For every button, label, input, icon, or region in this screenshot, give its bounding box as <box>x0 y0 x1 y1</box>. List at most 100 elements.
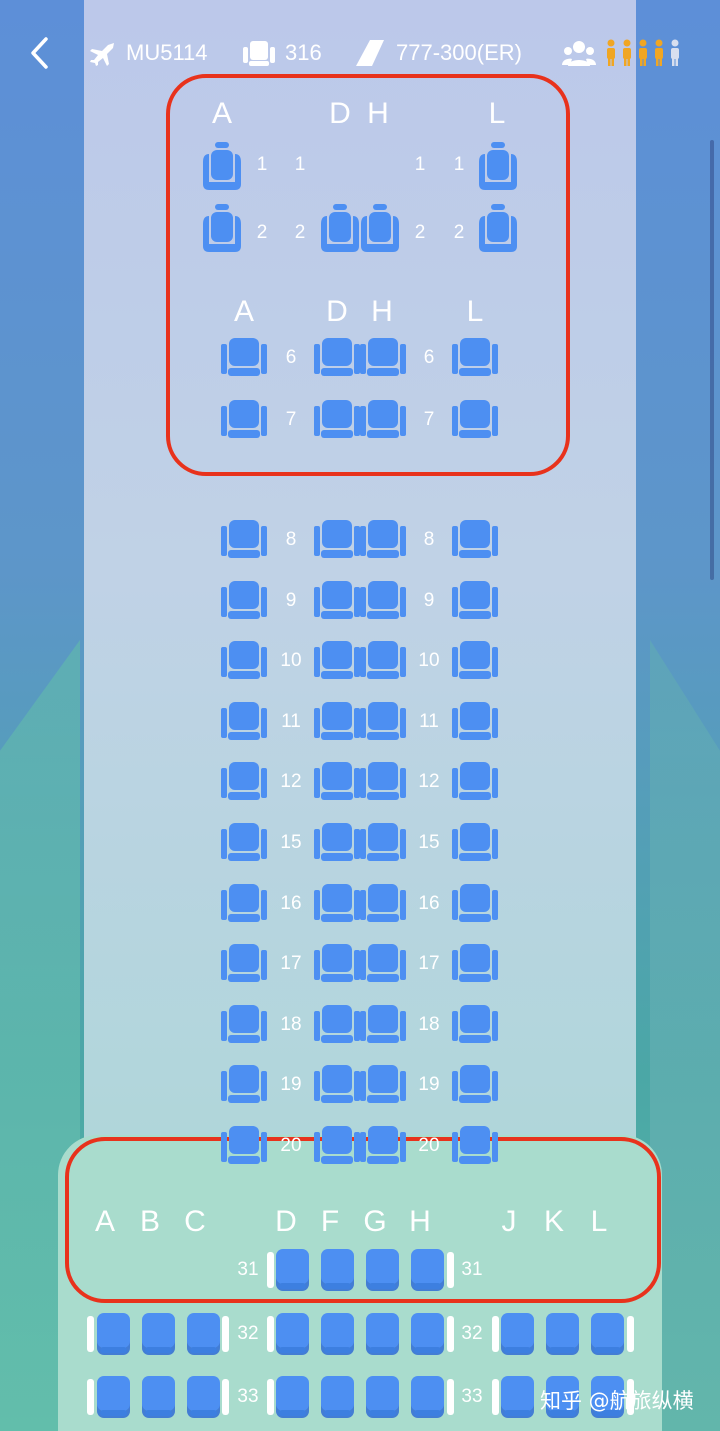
column-label: J <box>501 1205 517 1238</box>
economy-seat[interactable] <box>591 1313 624 1355</box>
premium-seat[interactable] <box>360 580 406 621</box>
premium-seat[interactable] <box>360 1004 406 1045</box>
first-class-seat[interactable] <box>477 204 519 254</box>
economy-seat[interactable] <box>411 1249 444 1291</box>
premium-seat[interactable] <box>221 580 267 621</box>
row-number: 33 <box>461 1386 483 1407</box>
load-indicator[interactable] <box>562 38 686 68</box>
premium-seat[interactable] <box>314 883 360 924</box>
business-seat[interactable] <box>360 338 406 378</box>
seat-divider <box>267 1379 274 1415</box>
seat-divider <box>87 1379 94 1415</box>
premium-seat[interactable] <box>360 1065 406 1105</box>
economy-seat[interactable] <box>411 1313 444 1355</box>
column-label: A <box>211 97 233 130</box>
row-number: 12 <box>418 771 440 793</box>
premium-seat[interactable] <box>314 520 360 560</box>
premium-seat[interactable] <box>360 520 406 560</box>
economy-seat[interactable] <box>97 1313 130 1355</box>
premium-seat[interactable] <box>360 944 406 984</box>
economy-seat[interactable] <box>501 1376 534 1418</box>
back-button[interactable] <box>28 37 52 69</box>
business-seat[interactable] <box>452 400 498 440</box>
economy-seat[interactable] <box>366 1376 399 1418</box>
economy-seat[interactable] <box>366 1249 399 1291</box>
first-class-seat[interactable] <box>201 204 243 254</box>
premium-seat[interactable] <box>314 641 360 681</box>
row-number: 16 <box>418 892 440 914</box>
economy-seat[interactable] <box>142 1313 175 1355</box>
premium-seat[interactable] <box>314 762 360 802</box>
economy-seat[interactable] <box>276 1249 309 1291</box>
economy-seat[interactable] <box>97 1376 130 1418</box>
first-class-seat[interactable] <box>319 204 361 254</box>
premium-seat[interactable] <box>452 762 498 802</box>
premium-seat[interactable] <box>314 701 360 742</box>
premium-seat[interactable] <box>221 944 267 984</box>
premium-seat[interactable] <box>314 1126 360 1166</box>
business-seat[interactable] <box>221 338 267 378</box>
economy-seat[interactable] <box>142 1376 175 1418</box>
economy-seat[interactable] <box>187 1376 220 1418</box>
premium-seat[interactable] <box>221 883 267 924</box>
premium-seat[interactable] <box>314 1065 360 1105</box>
premium-seat[interactable] <box>314 1004 360 1045</box>
seat-divider <box>447 1379 454 1415</box>
premium-seat[interactable] <box>221 1065 267 1105</box>
premium-seat[interactable] <box>221 641 267 681</box>
row-number: 2 <box>453 222 465 243</box>
premium-seat[interactable] <box>452 883 498 924</box>
premium-seat[interactable] <box>452 1126 498 1166</box>
premium-seat[interactable] <box>452 580 498 621</box>
premium-seat[interactable] <box>360 701 406 742</box>
economy-seat[interactable] <box>321 1376 354 1418</box>
business-seat[interactable] <box>314 400 360 440</box>
scrollbar[interactable] <box>710 140 714 580</box>
premium-seat[interactable] <box>221 1126 267 1166</box>
business-seat[interactable] <box>360 400 406 440</box>
premium-seat[interactable] <box>221 520 267 560</box>
economy-seat[interactable] <box>501 1313 534 1355</box>
row-number: 2 <box>414 222 426 243</box>
premium-seat[interactable] <box>452 1065 498 1105</box>
economy-seat[interactable] <box>321 1249 354 1291</box>
premium-seat[interactable] <box>221 762 267 802</box>
row-number: 17 <box>418 953 440 975</box>
economy-seat[interactable] <box>321 1313 354 1355</box>
economy-seat[interactable] <box>366 1313 399 1355</box>
premium-seat[interactable] <box>452 823 498 863</box>
economy-seat[interactable] <box>276 1313 309 1355</box>
chevron-left-icon <box>31 37 48 69</box>
economy-seat[interactable] <box>187 1313 220 1355</box>
economy-seat[interactable] <box>276 1376 309 1418</box>
premium-seat[interactable] <box>314 823 360 863</box>
business-seat[interactable] <box>452 338 498 378</box>
premium-seat[interactable] <box>360 762 406 802</box>
first-class-seat[interactable] <box>359 204 401 254</box>
row-number: 15 <box>280 832 302 853</box>
premium-seat[interactable] <box>360 1126 406 1166</box>
economy-seat[interactable] <box>546 1313 579 1355</box>
premium-seat[interactable] <box>452 520 498 560</box>
business-seat[interactable] <box>221 400 267 440</box>
premium-seat[interactable] <box>221 701 267 742</box>
first-class-seat[interactable] <box>201 142 243 192</box>
premium-seat[interactable] <box>452 641 498 681</box>
premium-seat[interactable] <box>221 823 267 863</box>
premium-seat[interactable] <box>452 944 498 984</box>
premium-seat[interactable] <box>314 580 360 621</box>
premium-seat[interactable] <box>314 944 360 984</box>
flight-info: MU5114 <box>88 38 208 68</box>
premium-seat[interactable] <box>452 1004 498 1045</box>
premium-seat[interactable] <box>360 641 406 681</box>
economy-seat[interactable] <box>411 1376 444 1418</box>
premium-seat[interactable] <box>360 883 406 924</box>
premium-seat[interactable] <box>221 1004 267 1045</box>
premium-seat[interactable] <box>360 823 406 863</box>
seat-divider <box>222 1316 229 1352</box>
premium-seat[interactable] <box>452 701 498 742</box>
first-class-seat[interactable] <box>477 142 519 192</box>
column-label: H <box>367 97 389 130</box>
business-seat[interactable] <box>314 338 360 378</box>
seat-divider <box>447 1316 454 1352</box>
